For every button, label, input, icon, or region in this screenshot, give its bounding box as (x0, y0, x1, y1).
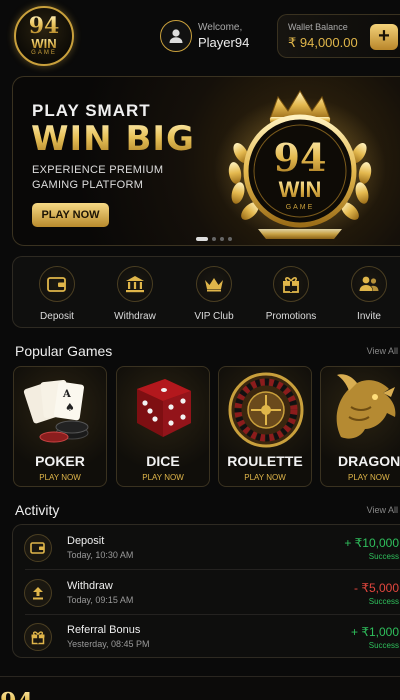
carousel-dot-active[interactable] (196, 237, 208, 241)
carousel-dot[interactable] (212, 237, 216, 241)
activity-title: Deposit (67, 535, 105, 547)
activity-list: Deposit Today, 10:30 AM + ₹10,000 Succes… (12, 524, 400, 658)
game-card-roulette[interactable]: ROULETTE PLAY NOW (218, 366, 312, 487)
game-card-dice[interactable]: DICE PLAY NOW (116, 366, 210, 487)
activity-row-deposit[interactable]: Deposit Today, 10:30 AM + ₹10,000 Succes… (13, 525, 400, 569)
wallet-icon (39, 266, 75, 302)
quick-action-deposit[interactable]: Deposit (17, 266, 97, 322)
quick-action-label: VIP Club (194, 311, 234, 322)
activity-row-referral-bonus[interactable]: Referral Bonus Yesterday, 08:45 PM + ₹1,… (13, 614, 400, 658)
emblem-subtext: GAME (286, 204, 315, 211)
gift-icon (273, 266, 309, 302)
activity-status: Success (368, 552, 399, 561)
laurel-crown-emblem-icon: 94 WIN GAME (214, 90, 386, 241)
emblem-number: 94 (274, 135, 327, 180)
activity-title: Referral Bonus (67, 624, 141, 636)
banner-headline-2: WIN BIG (31, 119, 195, 159)
game-name: DRAGON (338, 453, 400, 469)
quick-action-label: Promotions (265, 311, 317, 322)
activity-time: Yesterday, 08:45 PM (67, 639, 150, 649)
quick-action-label: Deposit (40, 311, 74, 322)
game-card-poker[interactable]: A ♠ POKER PLAY NOW (13, 366, 107, 487)
banner-headline-1: PLAY SMART (32, 101, 151, 120)
activity-amount: + ₹10,000 (344, 536, 399, 550)
welcome-label: Welcome, (198, 22, 243, 33)
popular-games-view-all-link[interactable]: View All (367, 346, 398, 356)
dice-icon (137, 379, 191, 437)
activity-amount: - ₹5,000 (354, 581, 399, 595)
game-name: POKER (35, 453, 85, 469)
popular-games-title: Popular Games (15, 343, 113, 359)
quick-action-promotions[interactable]: Promotions (251, 266, 331, 322)
banner-subtitle: EXPERIENCE PREMIUM GAMING PLATFORM (32, 164, 164, 191)
carousel-dot[interactable] (220, 237, 224, 241)
nav-center-number: 94 (0, 687, 400, 700)
game-name: ROULETTE (227, 453, 303, 469)
activity-title: Withdraw (67, 580, 113, 592)
activity-amount: + ₹1,000 (350, 625, 399, 639)
activity-time: Today, 09:15 AM (67, 595, 134, 605)
logo-subtext: GAME (31, 50, 57, 56)
carousel-dot[interactable] (228, 237, 232, 241)
game-play-now-link[interactable]: PLAY NOW (14, 473, 106, 482)
quick-action-label: Invite (357, 311, 381, 322)
add-funds-button[interactable]: + (370, 24, 398, 50)
users-icon (351, 266, 387, 302)
emblem-word: WIN (279, 177, 322, 202)
wallet-balance-card[interactable]: Wallet Balance ₹ 94,000.00 + (277, 14, 400, 58)
game-play-now-link[interactable]: PLAY NOW (117, 473, 209, 482)
username: Player94 (198, 35, 250, 50)
quick-actions-bar: Deposit Withdraw VIP Club Promotions Inv… (12, 256, 400, 328)
roulette-icon (228, 372, 304, 448)
crown-icon (196, 266, 232, 302)
svg-text:♠: ♠ (65, 401, 75, 414)
logo-word: WIN (16, 37, 72, 50)
activity-time: Today, 10:30 AM (67, 550, 134, 560)
game-name: DICE (146, 453, 180, 469)
app-header: 94 WIN GAME Welcome, Player94 Wallet Bal… (0, 0, 400, 72)
banner-carousel-indicator[interactable] (196, 237, 232, 241)
promo-banner[interactable]: PLAY SMART WIN BIG EXPERIENCE PREMIUM GA… (12, 76, 400, 246)
user-greeting[interactable]: Welcome, Player94 (160, 16, 249, 56)
wallet-icon (24, 534, 52, 562)
game-card-dragon[interactable]: DRAGON PLAY NOW (320, 366, 400, 487)
bank-icon (117, 266, 153, 302)
activity-title: Activity (15, 502, 60, 518)
quick-action-invite[interactable]: Invite (329, 266, 400, 322)
svg-text:A: A (62, 389, 71, 400)
avatar-icon (160, 20, 192, 52)
dragon-icon (336, 374, 396, 439)
nav-center-logo-button[interactable]: 94 (0, 676, 400, 700)
game-play-now-link[interactable]: PLAY NOW (321, 473, 400, 482)
quick-action-vip-club[interactable]: VIP Club (174, 266, 254, 322)
upload-icon (24, 579, 52, 607)
game-play-now-link[interactable]: PLAY NOW (219, 473, 311, 482)
gift-icon (24, 623, 52, 651)
banner-play-now-button[interactable]: PLAY NOW (32, 203, 109, 227)
logo-number: 94 (16, 15, 72, 37)
app-logo[interactable]: 94 WIN GAME (14, 6, 74, 66)
activity-row-withdraw[interactable]: Withdraw Today, 09:15 AM - ₹5,000 Succes… (13, 570, 400, 614)
activity-status: Success (368, 641, 399, 650)
activity-status: Success (368, 597, 399, 606)
quick-action-withdraw[interactable]: Withdraw (95, 266, 175, 322)
cards-icon: A ♠ (23, 380, 89, 443)
quick-action-label: Withdraw (114, 311, 156, 322)
activity-view-all-link[interactable]: View All (367, 505, 398, 515)
